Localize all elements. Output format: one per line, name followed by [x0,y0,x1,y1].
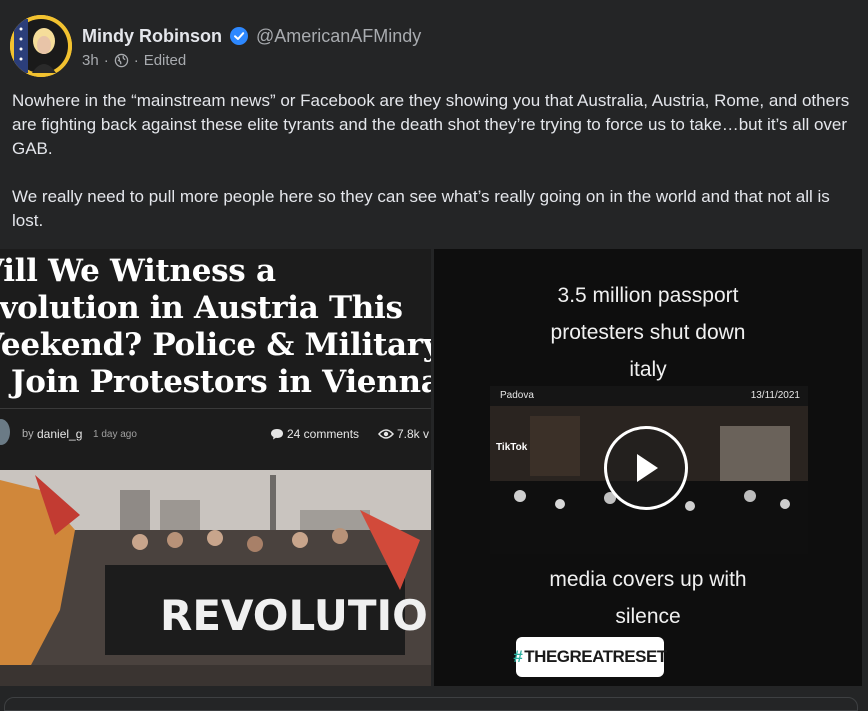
article-comments: 24 comments [270,427,359,441]
caption-line: 3.5 million passport [557,284,739,307]
article-views: 7.8k v [378,427,429,441]
video-caption-top: 3.5 million passport protesters shut dow… [434,277,862,388]
byline-date: 1 day ago [93,429,137,440]
article-title-line: o Join Protestors in Vienna [0,364,431,400]
edited-label: Edited [143,51,187,69]
caption-line: silence [615,605,681,628]
post-card: Mindy Robinson @AmericanAFMindy 3h · · E… [0,0,868,711]
article-title: Vill We Witness a evolution in Austria T… [0,253,431,401]
verified-badge-icon [229,27,248,45]
author-handle[interactable]: @AmericanAFMindy [256,26,421,47]
protest-photo: REVOLUTION [0,470,431,686]
play-button[interactable] [604,426,688,510]
byline-by: by [22,428,34,440]
tiktok-watermark: TikTok [496,442,528,453]
play-icon [637,454,658,482]
caption-line: media covers up with [549,568,747,591]
frame-location: Padova [500,390,534,401]
post-time[interactable]: 3h [82,52,99,69]
article-byline: by daniel_g 1 day ago 24 comments 7.8k v [0,419,431,449]
globe-icon [114,53,128,67]
article-title-line: evolution in Austria This [0,290,403,326]
author-avatar[interactable] [10,15,72,77]
post-meta: 3h · · Edited [82,51,186,69]
article-title-line: Veekend? Police & Military [0,327,431,363]
frame-date: 13/11/2021 [750,390,800,401]
views-count: 7.8k v [397,427,430,441]
article-title-line: Vill We Witness a [0,253,276,289]
comment-icon [271,429,283,440]
video-frame: Padova 13/11/2021 TikTok [490,386,808,554]
video-caption-bottom: media covers up with silence [434,561,862,635]
eye-icon [378,429,394,439]
post-body: Nowhere in the “mainstream news” or Face… [12,89,857,233]
hashtag-sticker: # THEGREATRESET [513,637,667,677]
hashtag-symbol: # [513,647,523,666]
post-paragraph: Nowhere in the “mainstream news” or Face… [12,91,850,158]
hashtag-text: THEGREATRESET [524,647,667,666]
media-image-article[interactable]: Vill We Witness a evolution in Austria T… [0,249,431,686]
caption-line: protesters shut down [550,321,746,344]
meta-separator: · [103,51,109,69]
byline-author: daniel_g [37,427,83,441]
post-paragraph: We really need to pull more people here … [12,187,830,230]
caption-line: italy [629,358,667,381]
byline-avatar [0,419,10,445]
comments-count: 24 comments [287,427,360,441]
media-video[interactable]: 3.5 million passport protesters shut dow… [434,249,862,686]
meta-separator: · [133,51,139,69]
article-divider [0,408,431,409]
author-row: Mindy Robinson @AmericanAFMindy [82,24,421,48]
next-post-edge [4,697,858,711]
author-name[interactable]: Mindy Robinson [82,26,222,47]
banner-text: REVOLUTION [160,591,431,640]
